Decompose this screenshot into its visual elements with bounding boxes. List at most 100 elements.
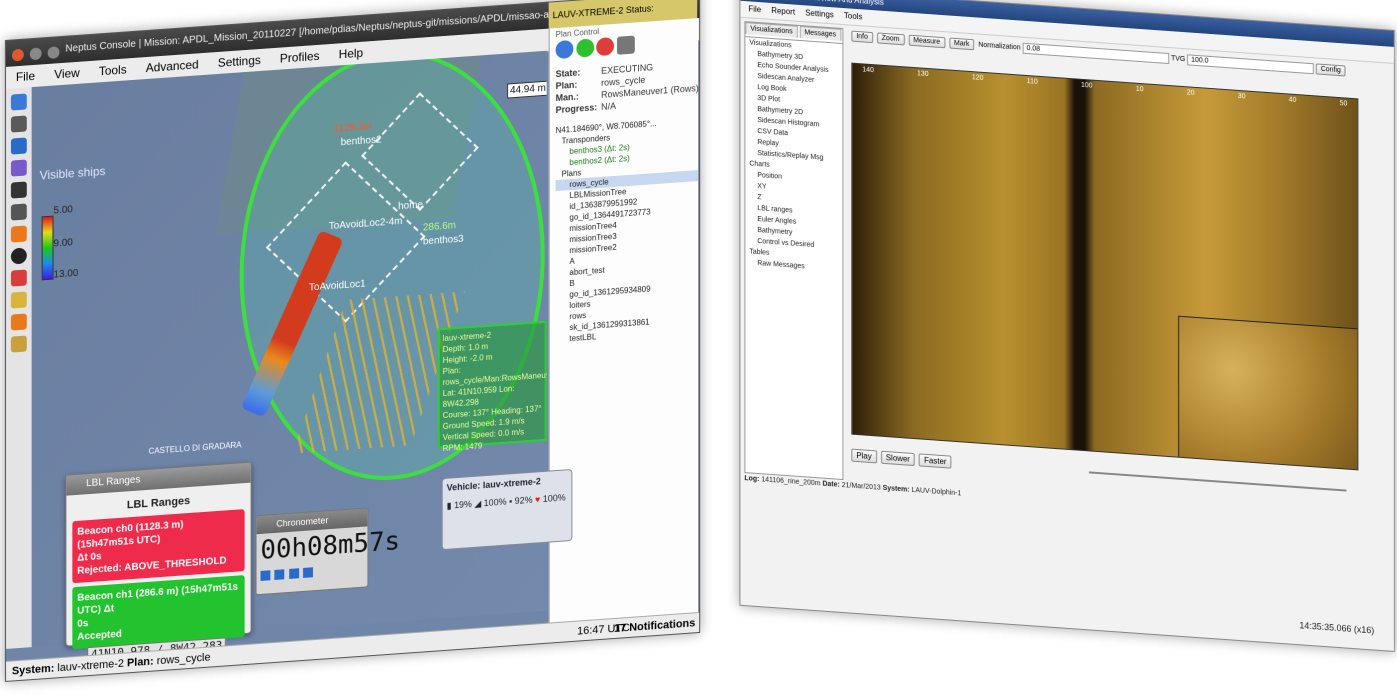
- notifications-button[interactable]: 17 Notifications: [614, 613, 695, 639]
- pen-tool-icon[interactable]: [10, 335, 27, 353]
- mark-button[interactable]: Mark: [949, 37, 975, 51]
- stop-plan-icon[interactable]: [596, 36, 615, 57]
- zoom-readout: 44.94 m: [507, 80, 547, 99]
- teleoperation-icon[interactable]: [616, 35, 635, 55]
- log-date: 21/Mar/2013: [841, 481, 881, 492]
- range-tick: 100: [1081, 81, 1093, 90]
- normalization-label: Normalization: [978, 41, 1021, 52]
- faster-button[interactable]: Faster: [919, 453, 952, 469]
- range-tick: 120: [971, 74, 984, 82]
- timeline-slider[interactable]: [1089, 471, 1347, 492]
- start-plan-icon[interactable]: [575, 38, 594, 58]
- slower-button[interactable]: Slower: [880, 450, 915, 467]
- health-value: 100%: [542, 492, 566, 505]
- progress-label: Progress:: [555, 102, 598, 116]
- menu-view[interactable]: View: [54, 66, 80, 82]
- playback-time: 14:35:35.066 (x16): [1299, 620, 1375, 636]
- vehicle-status-bar: Vehicle: lauv-xtreme-2 ▮ 19% ◢ 100% ▪ 92…: [441, 468, 573, 551]
- layer-tool-icon[interactable]: [10, 225, 27, 243]
- benthos3-distance: 286.6m: [422, 220, 456, 234]
- disk-value: 92%: [514, 494, 533, 507]
- tab-visualizations[interactable]: Visualizations: [745, 22, 798, 38]
- vehicle-info-box: lauv-xtreme-2 Depth: 1.0 m Height: -2.0 …: [437, 320, 547, 453]
- pan-tool-icon[interactable]: [10, 137, 27, 155]
- draw-tool-icon[interactable]: [10, 291, 27, 309]
- sidescan-image[interactable]: 140 130 120 110 100 10 20 30 40 50: [851, 62, 1359, 471]
- mission-tree: N41.184690°, W8.706085°... Transponders …: [555, 115, 699, 345]
- menu-file[interactable]: File: [16, 69, 35, 84]
- alert-tool-icon[interactable]: [10, 269, 27, 287]
- chrono-reset-icon[interactable]: [289, 568, 300, 579]
- home-label[interactable]: home: [398, 199, 423, 212]
- scale-mid: 9.00: [53, 237, 73, 250]
- review-menu-tools[interactable]: Tools: [844, 11, 863, 21]
- range-tick: 30: [1237, 92, 1246, 101]
- status-plan: rows_cycle: [156, 651, 211, 668]
- visualizations-tree: Visualizations Bathymetry 3D Echo Sounder …: [745, 37, 842, 275]
- system-label: System:: [882, 484, 910, 494]
- color-scale: [41, 215, 54, 281]
- play-button[interactable]: Play: [851, 448, 877, 464]
- tvg-input[interactable]: 100.0: [1187, 54, 1314, 75]
- chrono-play-icon[interactable]: [260, 570, 271, 581]
- state-label: State:: [555, 67, 581, 80]
- eye-tool-icon[interactable]: [10, 247, 27, 265]
- status-system: lauv-xtreme-2: [57, 657, 124, 675]
- menu-profiles[interactable]: Profiles: [280, 49, 320, 66]
- chronometer-panel: Chronometer 00h08m57s: [255, 507, 400, 596]
- range-tick: 50: [1339, 100, 1348, 108]
- cube-tool-icon[interactable]: [10, 203, 27, 221]
- chrono-up-icon[interactable]: [303, 567, 314, 578]
- window-maximize-icon[interactable]: [47, 46, 60, 60]
- config-button[interactable]: Config: [1315, 63, 1346, 77]
- layer-label: Visible ships: [39, 163, 106, 183]
- mission-review-window: Neptus Mission Review And Analysis File …: [739, 0, 1395, 653]
- date-label: Date:: [822, 480, 840, 489]
- visualizations-panel: Visualizations Messages Visualizations Ba…: [744, 21, 844, 481]
- menu-advanced[interactable]: Advanced: [146, 57, 199, 75]
- review-menu-settings[interactable]: Settings: [805, 8, 834, 19]
- tvg-label: TVG: [1170, 55, 1186, 64]
- beacon-ch0-card[interactable]: Beacon ch0 (1128.3 m) (15h47m51s UTC) Δt…: [72, 509, 245, 584]
- range-tick: 130: [917, 70, 929, 79]
- window-close-icon[interactable]: [11, 48, 24, 62]
- neptus-console-window: Neptus Console | Mission: APDL_Mission_2…: [5, 0, 701, 683]
- review-menu-file[interactable]: File: [748, 4, 761, 14]
- menu-tools[interactable]: Tools: [99, 62, 127, 78]
- menu-settings[interactable]: Settings: [218, 53, 261, 70]
- select-tool-icon[interactable]: [10, 93, 27, 111]
- disk-icon: ▪: [509, 496, 513, 507]
- send-plan-icon[interactable]: [555, 39, 574, 60]
- progress-value: N/A: [601, 100, 617, 112]
- menu-help[interactable]: Help: [339, 46, 363, 62]
- ruler-tool-icon[interactable]: [10, 159, 27, 177]
- range-tick: 140: [862, 66, 874, 75]
- status-plan-label: Plan:: [126, 655, 154, 670]
- log-system: LAUV-Dolphin-1: [911, 486, 962, 498]
- range-tick: 10: [1135, 85, 1144, 94]
- scale-max: 5.00: [53, 204, 73, 217]
- status-system-label: System:: [11, 662, 55, 678]
- man-label: Man.:: [555, 91, 579, 104]
- castello-label: CASTELLO DI GRADARA: [148, 440, 242, 456]
- info-button[interactable]: Info: [851, 30, 873, 44]
- scale-min: 13.00: [53, 267, 79, 281]
- measure-button[interactable]: Measure: [908, 34, 946, 49]
- map-toolbar: [5, 87, 33, 649]
- plan-label: Plan:: [555, 79, 578, 92]
- zoom-button[interactable]: Zoom: [876, 32, 905, 46]
- measure-tool-icon[interactable]: [10, 313, 27, 331]
- zoom-tool-icon[interactable]: [10, 115, 27, 133]
- log-name: 141106_rine_200m: [761, 476, 821, 488]
- chrono-pause-icon[interactable]: [274, 569, 285, 580]
- window-minimize-icon[interactable]: [29, 47, 42, 61]
- gps-value: 100%: [483, 496, 507, 509]
- range-tick: 110: [1026, 77, 1038, 86]
- review-menu-report[interactable]: Report: [771, 6, 795, 17]
- zoom-inset: [1178, 315, 1358, 470]
- lbl-ranges-panel: LBL Ranges LBL Ranges Beacon ch0 (1128.3…: [65, 461, 252, 650]
- log-label: Log:: [744, 475, 760, 484]
- gps-icon: ◢: [474, 498, 482, 509]
- tab-messages[interactable]: Messages: [799, 25, 841, 41]
- home-tool-icon[interactable]: [10, 181, 27, 199]
